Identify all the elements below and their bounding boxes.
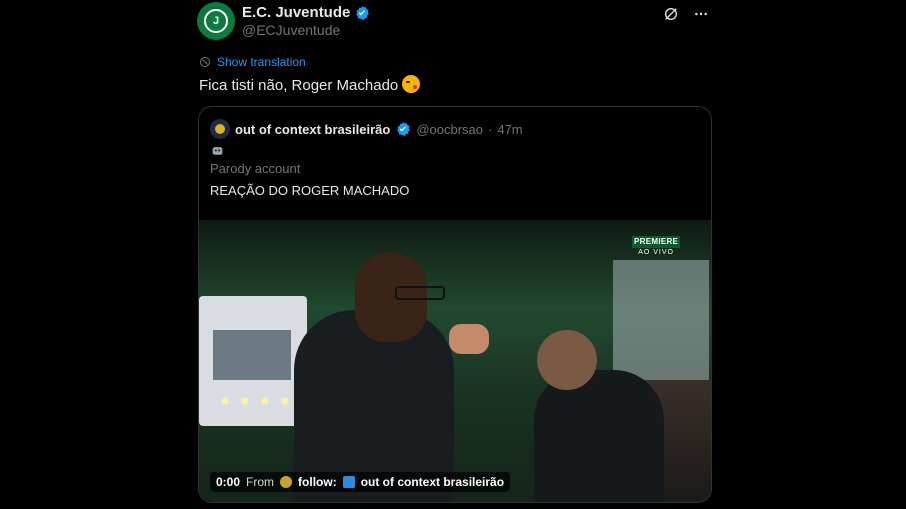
verified-badge-icon xyxy=(356,5,370,20)
quote-timestamp[interactable]: 47m xyxy=(497,122,522,137)
author-name-row: E.C. Juventude xyxy=(242,4,370,21)
show-translation-link[interactable]: Show translation xyxy=(217,55,306,69)
quote-verified-badge-icon xyxy=(397,122,411,136)
source-channel-name[interactable]: out of context brasileirão xyxy=(361,475,504,489)
author-handle[interactable]: @ECJuventude xyxy=(242,22,340,38)
quote-text: REAÇÃO DO ROGER MACHADO xyxy=(210,183,410,198)
raised-hand xyxy=(449,324,489,354)
author-avatar[interactable]: J xyxy=(197,2,235,40)
quote-header: out of context brasileirão @oocbrsao · 4… xyxy=(210,119,523,139)
follow-label[interactable]: follow: xyxy=(298,475,337,489)
ambulance-window xyxy=(213,330,291,380)
ellipsis-icon[interactable] xyxy=(691,4,711,24)
post-actions xyxy=(661,4,711,24)
author-name[interactable]: E.C. Juventude xyxy=(242,4,350,21)
broadcaster-logo: PREMIERE AO VIVO xyxy=(632,236,681,258)
translate-row: Show translation xyxy=(199,55,306,69)
quote-author-avatar[interactable] xyxy=(210,119,230,139)
video-attribution-bar: 0:00 From follow: out of context brasile… xyxy=(210,472,511,492)
grok-icon[interactable] xyxy=(661,4,681,24)
post-text: Fica tisti não, Roger Machado xyxy=(199,75,421,94)
coach-glasses xyxy=(395,286,445,300)
quote-author-handle[interactable]: @oocbrsao xyxy=(416,122,483,137)
post-text-content: Fica tisti não, Roger Machado xyxy=(199,77,399,94)
live-label: AO VIVO xyxy=(638,249,674,256)
from-label: From xyxy=(246,475,275,489)
quote-separator: · xyxy=(488,121,493,137)
translate-icon xyxy=(200,57,210,67)
second-person-body xyxy=(534,370,664,502)
ambulance-lights xyxy=(217,396,297,406)
quoted-post[interactable]: out of context brasileirão @oocbrsao · 4… xyxy=(198,106,712,503)
kiss-face-emoji-icon xyxy=(402,75,421,93)
broadcaster-name: PREMIERE xyxy=(632,236,681,248)
arrow-right-icon xyxy=(342,476,355,488)
source-avatar-icon xyxy=(280,476,293,488)
background-pillar xyxy=(613,260,709,380)
post: J E.C. Juventude @ECJuventude Show trans… xyxy=(197,0,713,509)
video-timestamp: 0:00 xyxy=(216,475,241,489)
second-person-head xyxy=(537,330,597,390)
parody-mask-icon xyxy=(212,147,223,155)
parody-account-label: Parody account xyxy=(210,161,301,176)
quote-author-name[interactable]: out of context brasileirão xyxy=(235,122,390,137)
video-player[interactable]: PREMIERE AO VIVO 0:00 From follow: out o… xyxy=(199,220,711,502)
club-crest-icon: J xyxy=(204,9,228,33)
